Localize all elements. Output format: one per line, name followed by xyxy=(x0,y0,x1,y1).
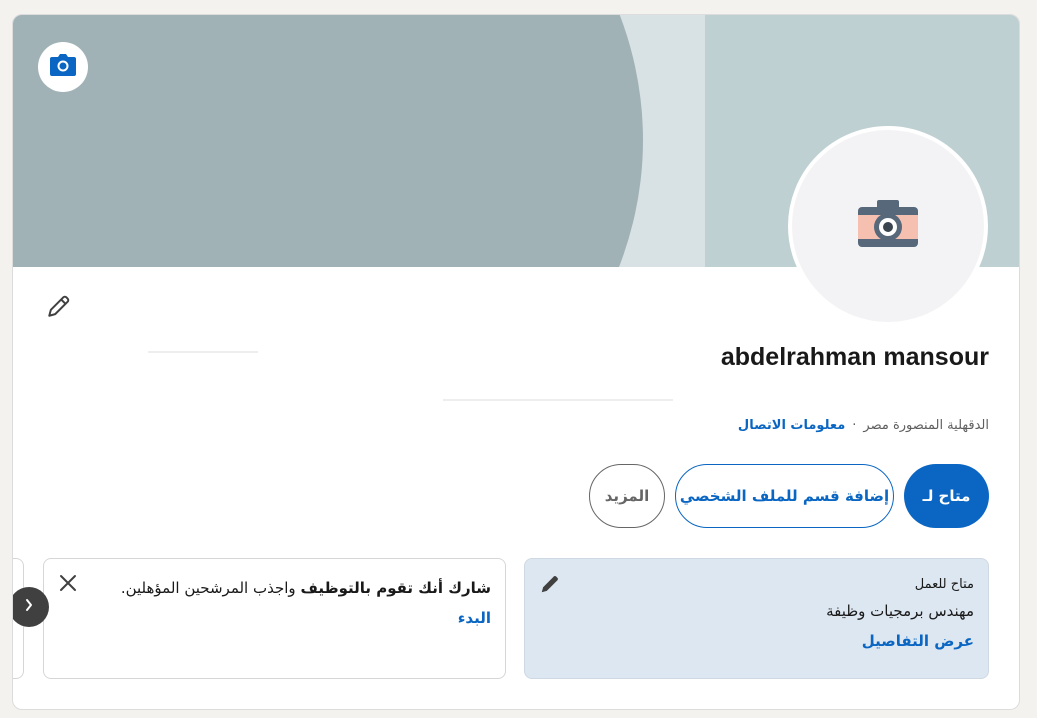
open-to-work-panel: متاح للعمل مهندس برمجيات وظيفة عرض التفا… xyxy=(524,558,989,679)
separator-dot: · xyxy=(852,418,857,433)
edit-intro-button[interactable] xyxy=(43,292,75,324)
dismiss-button[interactable] xyxy=(58,573,80,595)
cover-shape xyxy=(13,15,643,267)
profile-name: abdelrahman mansour xyxy=(720,343,989,371)
camera-icon xyxy=(50,54,76,80)
pencil-icon xyxy=(539,576,561,599)
hiring-message-rest: واجذب المرشحين المؤهلين. xyxy=(120,579,301,597)
get-started-link[interactable]: البدء xyxy=(458,609,491,627)
profile-card: abdelrahman mansour الدقهلية المنصورة مص… xyxy=(12,14,1020,710)
add-profile-section-button[interactable]: إضافة قسم للملف الشخصي xyxy=(675,464,894,528)
more-button[interactable]: المزيد xyxy=(589,464,665,528)
hiring-message-bold: شارك أنك تقوم بالتوظيف xyxy=(300,579,491,597)
open-to-button[interactable]: متاح لـ xyxy=(904,464,989,528)
edit-open-to-work-button[interactable] xyxy=(539,573,561,595)
contact-info-link[interactable]: معلومات الاتصال xyxy=(738,418,845,433)
open-to-work-title: متاح للعمل xyxy=(914,577,974,592)
location-text: الدقهلية المنصورة مصر xyxy=(863,418,989,433)
faint-placeholder-line xyxy=(443,399,673,401)
edit-cover-button[interactable] xyxy=(38,42,88,92)
hiring-panel: شارك أنك تقوم بالتوظيف واجذب المرشحين ال… xyxy=(43,558,506,679)
pencil-icon xyxy=(46,293,72,323)
camera-illustration-icon xyxy=(857,199,919,253)
location-line: الدقهلية المنصورة مصر · معلومات الاتصال xyxy=(738,418,989,433)
show-details-link[interactable]: عرض التفاصيل xyxy=(862,632,974,650)
close-icon xyxy=(58,575,78,597)
faint-placeholder-line xyxy=(148,351,258,353)
open-to-work-role: مهندس برمجيات وظيفة xyxy=(826,602,974,620)
hiring-message: شارك أنك تقوم بالتوظيف واجذب المرشحين ال… xyxy=(121,579,491,597)
profile-photo[interactable] xyxy=(788,126,988,326)
chevron-left-icon xyxy=(21,597,37,617)
